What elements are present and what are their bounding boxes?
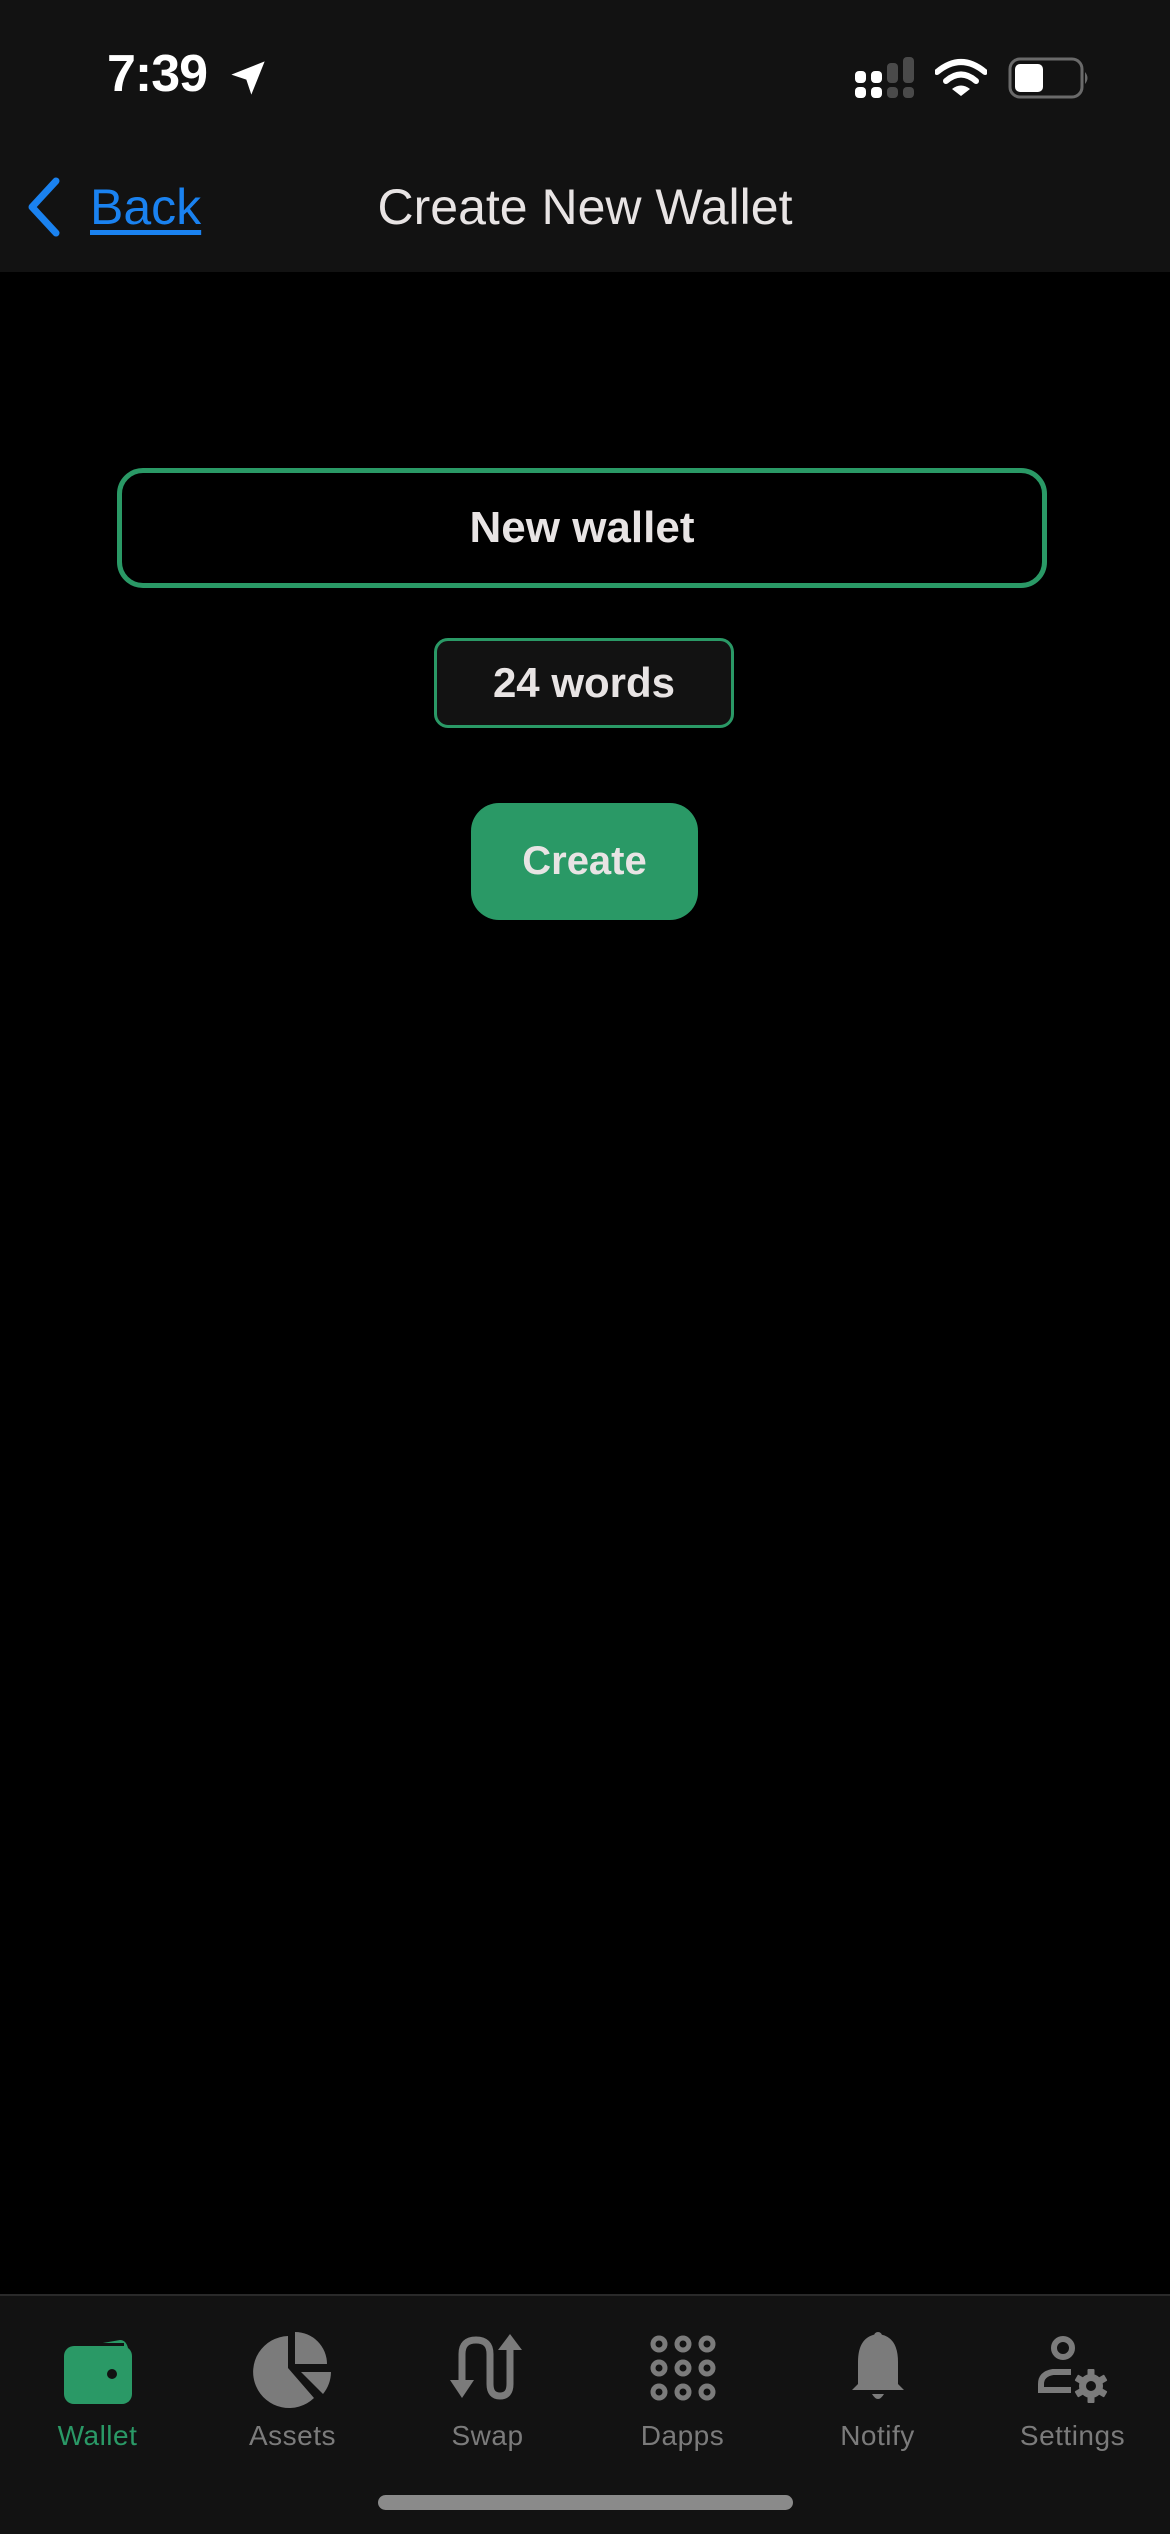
tab-dapps[interactable]: Dapps [585,2296,780,2456]
tab-swap[interactable]: Swap [390,2296,585,2456]
tab-bar: Wallet Assets Swap Dapps Notify Settings [0,2294,1170,2534]
tab-assets[interactable]: Assets [195,2296,390,2456]
grid-dots-icon [650,2335,715,2401]
wallet-name-input[interactable] [117,468,1047,588]
location-arrow-icon [231,61,265,95]
tab-label: Assets [248,2420,337,2451]
page-title: Create New Wallet [0,178,1170,236]
page-title-text: Create New Wallet [377,179,793,235]
status-bar: 7:39 [0,0,1170,150]
tab-wallet[interactable]: Wallet [0,2296,195,2456]
cellular-signal-icon [855,57,914,98]
swap-arrows-icon [449,2334,522,2400]
bell-icon [851,2332,904,2399]
home-indicator [378,2495,793,2510]
tab-notify[interactable]: Notify [780,2296,975,2456]
battery-icon [1008,57,1088,99]
tab-label: Wallet [57,2420,138,2451]
status-time: 7:39 [107,45,208,103]
tab-label: Settings [1019,2420,1126,2451]
tab-label: Swap [451,2420,524,2451]
tab-settings[interactable]: Settings [975,2296,1170,2456]
tab-label: Dapps [640,2420,725,2451]
create-button[interactable]: Create [471,803,698,920]
wallet-icon [63,2340,132,2404]
pie-chart-icon [252,2332,331,2408]
word-count-selector[interactable]: 24 words [434,638,734,728]
tab-label: Notify [840,2420,915,2451]
wifi-icon [935,59,987,96]
word-count-value: 24 words [492,659,676,706]
user-gear-icon [1037,2336,1107,2403]
navigation-bar: Back Create New Wallet [0,150,1170,272]
